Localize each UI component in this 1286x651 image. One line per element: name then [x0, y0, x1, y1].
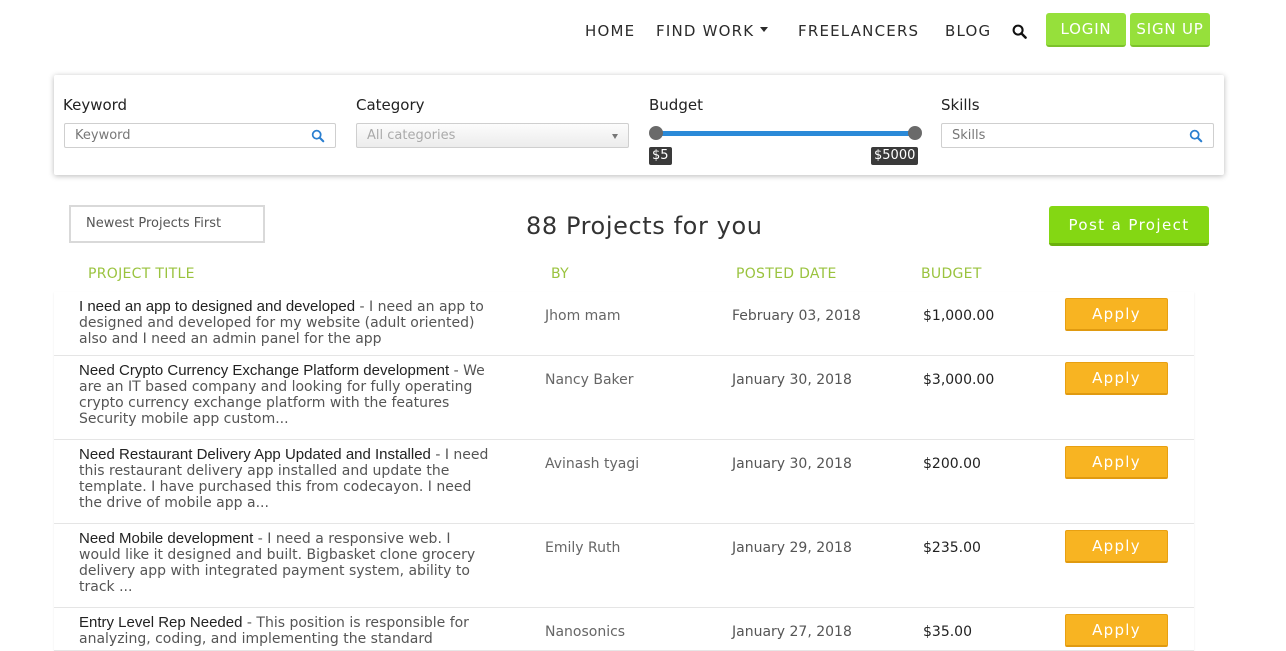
project-description: Need Mobile development - I need a respo…	[79, 530, 489, 596]
top-nav: HOME FIND WORK FREELANCERS BLOG LOGIN SI…	[0, 0, 1286, 60]
post-project-button[interactable]: Post a Project	[1049, 206, 1209, 246]
project-author: Nanosonics	[545, 624, 626, 640]
project-description: Need Crypto Currency Exchange Platform d…	[79, 362, 489, 428]
project-title[interactable]: Need Restaurant Delivery App Updated and…	[79, 446, 431, 463]
project-description: Need Restaurant Delivery App Updated and…	[79, 446, 489, 512]
search-icon[interactable]	[1189, 129, 1203, 143]
keyword-placeholder: Keyword	[75, 128, 131, 143]
nav-blog[interactable]: BLOG	[945, 22, 991, 40]
search-icon[interactable]	[311, 129, 325, 143]
project-author: Jhom mam	[545, 308, 621, 324]
project-budget: $235.00	[923, 540, 981, 556]
budget-label: Budget	[649, 96, 703, 114]
project-budget: $3,000.00	[923, 372, 995, 388]
skills-label: Skills	[941, 96, 980, 114]
filter-panel: Keyword Keyword Category All categories …	[54, 75, 1224, 175]
project-author: Nancy Baker	[545, 372, 634, 388]
apply-button[interactable]: Apply	[1065, 298, 1168, 331]
project-date: January 30, 2018	[732, 456, 852, 472]
budget-min-tooltip: $5	[649, 147, 672, 165]
project-author: Emily Ruth	[545, 540, 621, 556]
project-date: February 03, 2018	[732, 308, 861, 324]
column-header-posted: POSTED DATE	[736, 266, 837, 282]
project-row: I need an app to designed and developed …	[54, 292, 1194, 356]
project-budget: $35.00	[923, 624, 972, 640]
budget-min-handle[interactable]	[649, 126, 663, 140]
project-description: Entry Level Rep Needed - This position i…	[79, 614, 489, 648]
category-select[interactable]: All categories	[356, 123, 629, 148]
keyword-input[interactable]: Keyword	[64, 123, 336, 148]
budget-max-tooltip: $5000	[871, 147, 919, 165]
project-date: January 29, 2018	[732, 540, 852, 556]
chevron-down-icon	[612, 134, 618, 139]
column-header-budget: BUDGET	[921, 266, 982, 282]
project-row: Need Mobile development - I need a respo…	[54, 524, 1194, 608]
category-label: Category	[356, 96, 425, 114]
sort-select[interactable]: Newest Projects First	[69, 205, 265, 243]
column-header-title: PROJECT TITLE	[88, 266, 195, 282]
budget-slider-track[interactable]	[655, 131, 915, 136]
category-value: All categories	[367, 128, 456, 143]
project-budget: $1,000.00	[923, 308, 995, 324]
budget-max-handle[interactable]	[908, 126, 922, 140]
project-date: January 27, 2018	[732, 624, 852, 640]
project-row: Need Crypto Currency Exchange Platform d…	[54, 356, 1194, 440]
projects-count-title: 88 Projects for you	[526, 212, 763, 240]
project-date: January 30, 2018	[732, 372, 852, 388]
project-description: I need an app to designed and developed …	[79, 298, 489, 348]
project-author: Avinash tyagi	[545, 456, 640, 472]
apply-button[interactable]: Apply	[1065, 446, 1168, 479]
nav-find-work-label: FIND WORK	[656, 22, 755, 40]
keyword-label: Keyword	[63, 96, 128, 114]
project-title[interactable]: Entry Level Rep Needed	[79, 614, 242, 631]
nav-freelancers[interactable]: FREELANCERS	[798, 22, 919, 40]
signup-button[interactable]: SIGN UP	[1130, 13, 1210, 47]
nav-home[interactable]: HOME	[585, 22, 635, 40]
column-header-by: BY	[551, 266, 569, 282]
login-button[interactable]: LOGIN	[1046, 13, 1126, 47]
nav-find-work[interactable]: FIND WORK	[656, 22, 769, 40]
search-icon[interactable]	[1012, 24, 1027, 39]
apply-button[interactable]: Apply	[1065, 362, 1168, 395]
apply-button[interactable]: Apply	[1065, 530, 1168, 563]
project-budget: $200.00	[923, 456, 981, 472]
project-title[interactable]: I need an app to designed and developed	[79, 298, 355, 315]
project-row: Entry Level Rep Needed - This position i…	[54, 608, 1194, 651]
skills-input[interactable]: Skills	[941, 123, 1214, 148]
skills-placeholder: Skills	[952, 128, 986, 143]
project-title[interactable]: Need Mobile development	[79, 530, 253, 547]
caret-down-icon	[760, 27, 769, 32]
project-row: Need Restaurant Delivery App Updated and…	[54, 440, 1194, 524]
apply-button[interactable]: Apply	[1065, 614, 1168, 647]
project-title[interactable]: Need Crypto Currency Exchange Platform d…	[79, 362, 449, 379]
